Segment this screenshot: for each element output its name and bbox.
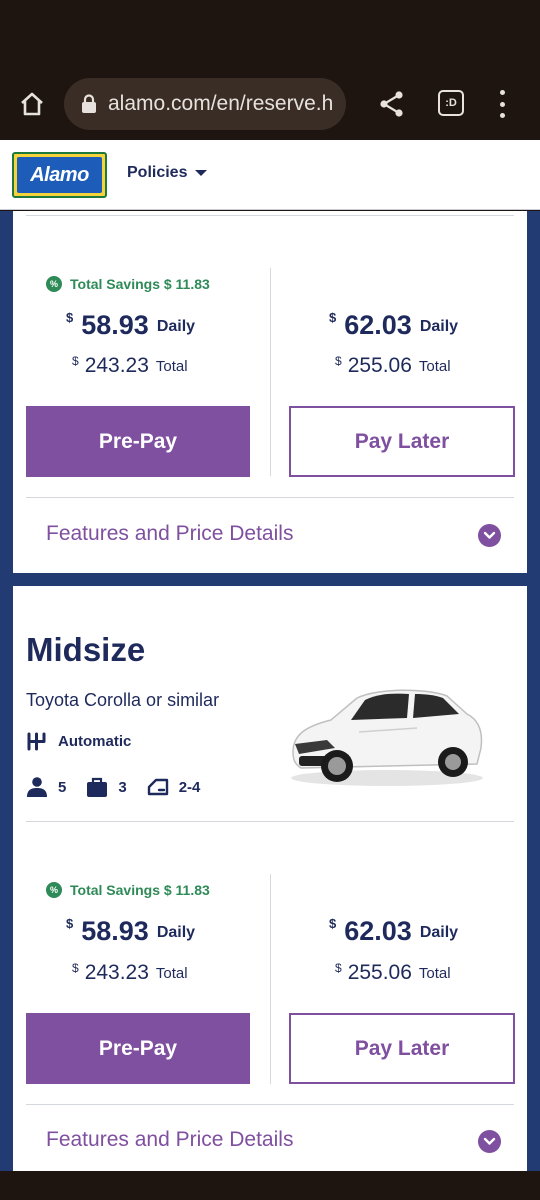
paylater-total-price: $ 255.06 Total [335, 961, 451, 984]
person-icon [27, 777, 47, 797]
screen: alamo.com/en/reserve.h :D Alamo Policies… [0, 0, 540, 1200]
url-text: alamo.com/en/reserve.h [108, 92, 334, 115]
paylater-daily-price: $ 62.03 Daily [329, 916, 459, 946]
column-separator [270, 268, 271, 476]
transmission: Automatic [26, 731, 131, 752]
divider [26, 1104, 514, 1105]
pay-later-button[interactable]: Pay Later [289, 1013, 515, 1084]
column-separator [270, 874, 271, 1084]
policies-label: Policies [127, 164, 188, 181]
features-details-toggle[interactable]: Features and Price Details [46, 1128, 293, 1152]
divider [26, 821, 514, 822]
divider [26, 215, 514, 216]
pay-later-button[interactable]: Pay Later [289, 406, 515, 477]
prepay-daily-price: $ 58.93 Daily [66, 916, 196, 946]
luggage-icon [87, 777, 108, 797]
passengers-spec: 5 [26, 777, 66, 797]
policies-menu[interactable]: Policies [127, 164, 208, 182]
car-door-icon [147, 778, 168, 796]
chevron-down-icon [195, 170, 208, 176]
home-icon[interactable] [16, 88, 48, 120]
divider [26, 497, 514, 498]
vehicle-card-midsize: Midsize Toyota Corolla or similar Automa… [13, 586, 527, 1171]
prepay-button[interactable]: Pre-Pay [26, 1013, 250, 1084]
alamo-logo[interactable]: Alamo [12, 152, 107, 198]
car-image [291, 689, 483, 786]
browser-toolbar: alamo.com/en/reserve.h :D [0, 70, 540, 140]
lock-icon [82, 94, 96, 113]
gearshift-icon [27, 732, 46, 751]
savings-badge: % Total Savings $ 11.83 [46, 276, 266, 292]
share-icon[interactable] [376, 88, 408, 120]
vehicle-card: % Total Savings $ 11.83 $ 58.93 Daily $ … [13, 211, 527, 573]
overflow-menu-icon[interactable] [494, 90, 510, 118]
percent-icon: % [46, 276, 62, 292]
doors-spec: 2-4 [147, 778, 200, 796]
results-list: % Total Savings $ 11.83 $ 58.93 Daily $ … [0, 211, 540, 1171]
car-class-title: Midsize [26, 631, 146, 668]
chevron-down-icon[interactable] [478, 1130, 501, 1153]
prepay-total-price: $ 243.23 Total [72, 961, 188, 984]
savings-badge: % Total Savings $ 11.83 [46, 882, 266, 898]
tab-switcher-button[interactable]: :D [438, 90, 464, 116]
site-header: Alamo Policies [0, 140, 540, 210]
bags-spec: 3 [86, 777, 127, 797]
paylater-total-price: $ 255.06 Total [335, 354, 451, 377]
prepay-daily-price: $ 58.93 Daily [66, 310, 196, 340]
status-bar [0, 0, 540, 70]
paylater-daily-price: $ 62.03 Daily [329, 310, 459, 340]
prepay-button[interactable]: Pre-Pay [26, 406, 250, 477]
address-bar[interactable]: alamo.com/en/reserve.h [64, 78, 346, 130]
chevron-down-icon[interactable] [478, 524, 501, 547]
car-specs: 5 3 2-4 [26, 777, 220, 797]
prepay-total-price: $ 243.23 Total [72, 354, 188, 377]
percent-icon: % [46, 882, 62, 898]
navigation-bar [0, 1171, 540, 1200]
features-details-toggle[interactable]: Features and Price Details [46, 522, 293, 546]
car-model: Toyota Corolla or similar [26, 690, 220, 710]
